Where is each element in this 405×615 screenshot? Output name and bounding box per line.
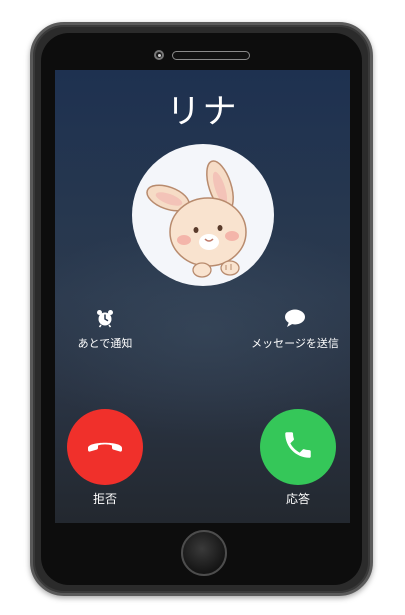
hang-up-phone-icon	[85, 435, 125, 459]
home-button[interactable]	[181, 530, 227, 576]
message-label: メッセージを送信	[251, 337, 339, 350]
caller-avatar	[132, 144, 274, 286]
remind-me-later-action[interactable]: あとで通知	[55, 308, 155, 351]
bunny-illustration	[146, 160, 247, 278]
decline-label: 拒否	[92, 492, 117, 506]
accept-button[interactable]	[260, 409, 336, 485]
incoming-call-screen: リナ あとで通知 メッセージを送信 拒否 応答	[55, 70, 350, 523]
phone-icon	[281, 428, 315, 466]
earpiece-speaker	[172, 51, 250, 60]
speech-bubble-icon	[284, 309, 306, 331]
decline-button[interactable]	[67, 409, 143, 485]
front-camera	[154, 50, 164, 60]
alarm-clock-icon	[95, 310, 115, 331]
caller-name: リナ	[166, 92, 239, 132]
send-message-action[interactable]: メッセージを送信	[240, 308, 350, 351]
accept-label: 応答	[285, 492, 310, 506]
remind-label: あとで通知	[77, 337, 133, 350]
